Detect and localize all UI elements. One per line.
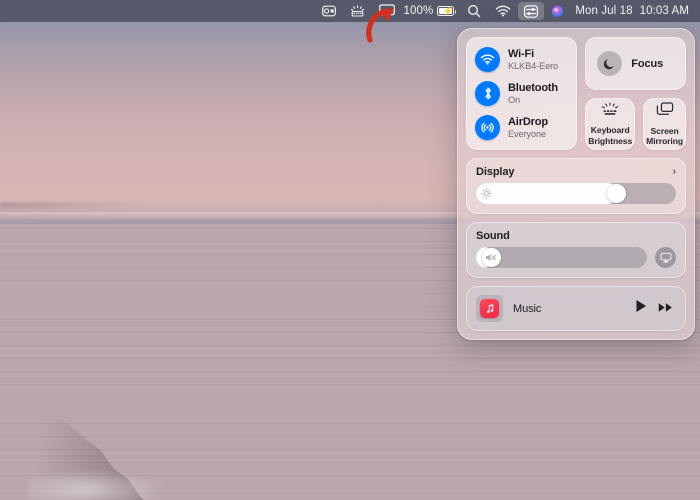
control-center-top-row: Wi-Fi KLKB4-Eero Bluetooth On AirDrop Ev… — [466, 37, 686, 150]
moon-icon — [597, 51, 623, 76]
sound-title: Sound — [476, 230, 510, 242]
display-slider-row — [476, 183, 676, 204]
battery-icon: ⚡ — [437, 6, 457, 17]
sound-header: Sound — [476, 230, 676, 242]
display-icon[interactable] — [372, 0, 402, 22]
battery-charging-bolt: ⚡ — [442, 6, 455, 17]
apple-music-glyph — [480, 299, 499, 318]
control-screen-mirroring[interactable]: Screen Mirroring — [643, 98, 686, 150]
screen-recording-icon[interactable] — [315, 0, 343, 22]
wifi-icon[interactable] — [488, 0, 518, 22]
display-section: Display › — [466, 158, 686, 214]
keyboard-brightness-label: Keyboard Brightness — [588, 125, 633, 146]
airdrop-icon — [475, 115, 500, 140]
menu-bar: 100% ⚡ Mon Jul 18 10:03 AM — [0, 0, 700, 22]
display-brightness-slider[interactable] — [476, 183, 676, 204]
menubar-time: 10:03 AM — [639, 5, 689, 17]
siri-icon[interactable] — [544, 0, 571, 22]
airdrop-title: AirDrop — [508, 116, 548, 129]
sound-volume-slider[interactable] — [476, 247, 647, 268]
desktop-screen: 100% ⚡ Mon Jul 18 10:03 AM Wi-Fi KLKB4-E… — [0, 0, 700, 500]
connectivity-card: Wi-Fi KLKB4-Eero Bluetooth On AirDrop Ev… — [466, 37, 578, 150]
search-icon[interactable] — [460, 0, 488, 22]
control-center-icon[interactable] — [518, 2, 545, 20]
speaker-mute-icon — [485, 253, 496, 262]
display-slider-fill — [476, 183, 618, 204]
menubar-date: Mon Jul 18 — [575, 5, 633, 17]
sound-slider-knob[interactable] — [481, 248, 501, 267]
wifi-icon — [475, 47, 500, 72]
airdrop-visibility: Everyone — [508, 128, 547, 139]
bluetooth-status: On — [508, 94, 521, 105]
fast-forward-icon[interactable] — [658, 300, 673, 318]
wallpaper-foam — [28, 466, 178, 500]
menubar-clock[interactable]: Mon Jul 18 10:03 AM — [571, 0, 691, 22]
control-keyboard-brightness[interactable]: Keyboard Brightness — [585, 98, 636, 150]
sound-slider-row — [476, 247, 676, 268]
display-title: Display — [476, 166, 515, 178]
control-wifi[interactable]: Wi-Fi KLKB4-Eero — [475, 47, 568, 72]
battery-percent-label: 100% — [403, 5, 434, 17]
focus-label: Focus — [631, 57, 664, 70]
control-tiles-row: Keyboard Brightness Screen Mirroring — [585, 98, 686, 150]
screen-mirroring-label: Screen Mirroring — [646, 125, 683, 146]
keyboard-brightness-icon — [599, 102, 621, 122]
music-controls — [635, 299, 676, 318]
apple-music-icon — [476, 295, 503, 322]
play-icon[interactable] — [635, 299, 647, 318]
airplay-audio-icon[interactable] — [655, 247, 676, 268]
music-app-name: Music — [513, 302, 542, 315]
screen-mirroring-icon — [655, 102, 675, 123]
control-focus[interactable]: Focus — [585, 37, 686, 90]
wifi-title: Wi-Fi — [508, 48, 535, 61]
brightness-icon — [481, 188, 492, 199]
battery-status[interactable]: 100% ⚡ — [402, 0, 461, 22]
sound-section: Sound — [466, 222, 686, 278]
control-bluetooth[interactable]: Bluetooth On — [475, 81, 568, 106]
chevron-right-icon[interactable]: › — [672, 166, 676, 178]
bluetooth-title: Bluetooth — [508, 82, 558, 95]
bluetooth-icon — [475, 81, 500, 106]
control-center-right-column: Focus Keyboard Brightness Screen Mirrori… — [585, 37, 686, 150]
control-airdrop[interactable]: AirDrop Everyone — [475, 115, 568, 140]
display-slider-knob[interactable] — [607, 184, 627, 203]
music-widget[interactable]: Music — [466, 286, 686, 331]
display-header[interactable]: Display › — [476, 166, 676, 178]
keyboard-brightness-icon[interactable] — [343, 0, 372, 22]
wifi-network-name: KLKB4-Eero — [508, 60, 559, 71]
control-center-panel: Wi-Fi KLKB4-Eero Bluetooth On AirDrop Ev… — [457, 28, 695, 340]
